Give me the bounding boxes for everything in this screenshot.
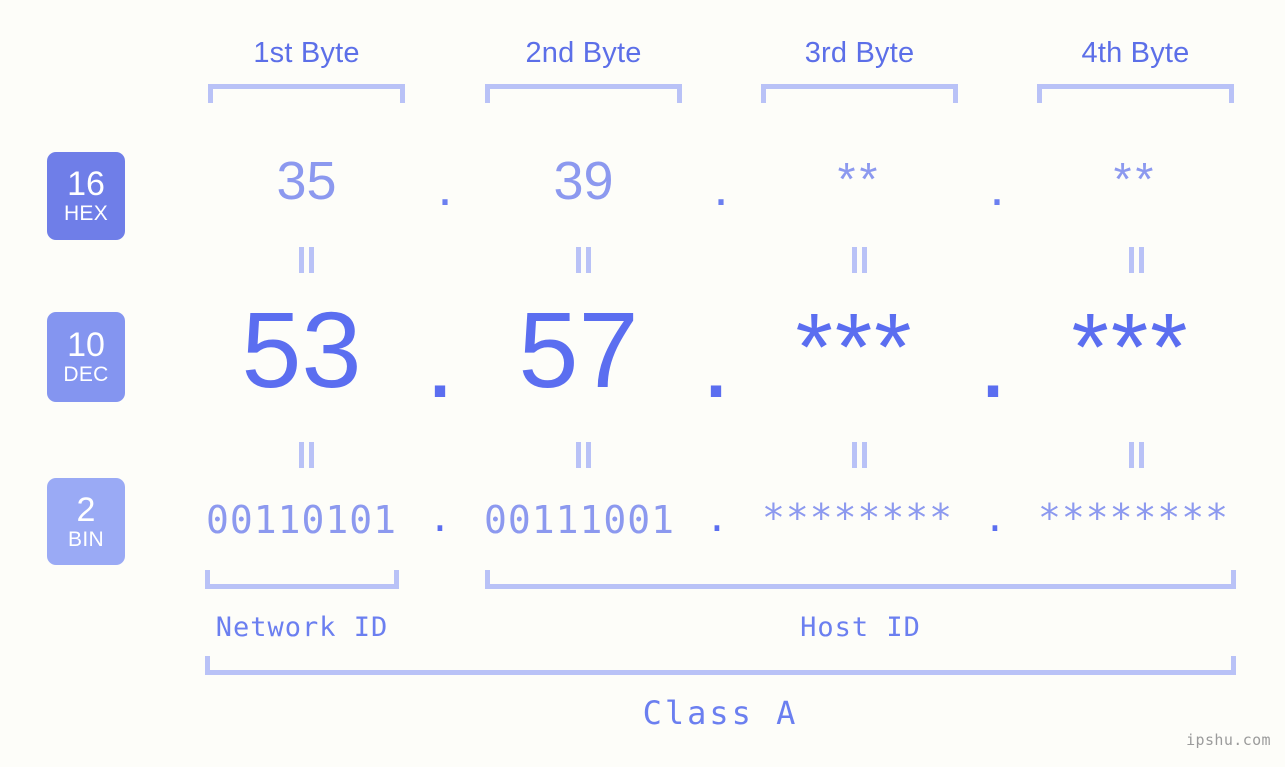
hex-byte-3: **	[837, 153, 882, 205]
hex-byte-1: 35	[276, 151, 337, 211]
dec-byte-4: ***	[1071, 294, 1190, 401]
watermark: ipshu.com	[1186, 731, 1271, 749]
byte-bracket-1	[208, 84, 405, 103]
byte-header-4-label: 4th Byte	[1081, 37, 1190, 69]
radix-badge-dec-number: 10	[67, 326, 105, 364]
byte-header-3-label: 3rd Byte	[804, 37, 915, 69]
class-bracket	[205, 656, 1236, 675]
ip-byte-diagram: 1st Byte 2nd Byte 3rd Byte 4th Byte 16 H…	[0, 0, 1285, 767]
host-id-label: Host ID	[800, 612, 921, 643]
equality-mark-hex-dec-3	[849, 247, 869, 273]
bin-byte-4: ********	[1037, 496, 1230, 540]
equality-mark-hex-dec-1	[296, 247, 316, 273]
bin-separator-3: .	[983, 496, 1007, 540]
hex-separator-1: .	[437, 157, 453, 217]
dec-separator-2: .	[700, 299, 731, 420]
bin-byte-3: ********	[761, 496, 954, 540]
equality-mark-dec-bin-2	[573, 442, 593, 468]
bin-separator-2: .	[705, 496, 729, 540]
hex-byte-4: **	[1113, 153, 1158, 205]
network-id-label: Network ID	[215, 612, 389, 643]
radix-badge-bin: 2 BIN	[47, 478, 125, 565]
radix-badge-bin-name: BIN	[68, 527, 104, 551]
hex-separator-2: .	[713, 157, 729, 217]
equality-mark-hex-dec-2	[573, 247, 593, 273]
bin-separator-1: .	[428, 496, 452, 540]
byte-header-3: 3rd Byte	[761, 32, 958, 74]
byte-bracket-4	[1037, 84, 1234, 103]
equality-mark-dec-bin-4	[1126, 442, 1146, 468]
dec-byte-1: 53	[241, 289, 362, 410]
bin-byte-2: 00111001	[483, 498, 676, 542]
equality-mark-dec-bin-1	[296, 442, 316, 468]
byte-header-4: 4th Byte	[1037, 32, 1234, 74]
byte-bracket-2	[485, 84, 682, 103]
byte-header-2-label: 2nd Byte	[525, 37, 642, 69]
dec-separator-3: .	[977, 299, 1008, 420]
bin-byte-1: 00110101	[205, 498, 398, 542]
dec-separator-1: .	[424, 299, 455, 420]
equality-mark-dec-bin-3	[849, 442, 869, 468]
byte-bracket-3	[761, 84, 958, 103]
dec-byte-3: ***	[795, 294, 914, 401]
radix-badge-dec-name: DEC	[63, 363, 109, 386]
radix-badge-hex: 16 HEX	[47, 152, 125, 240]
dec-byte-2: 57	[518, 289, 639, 410]
byte-header-1-label: 1st Byte	[253, 37, 360, 69]
hex-byte-2: 39	[553, 151, 614, 211]
byte-header-2: 2nd Byte	[485, 32, 682, 74]
radix-badge-hex-number: 16	[67, 165, 105, 203]
byte-header-1: 1st Byte	[208, 32, 405, 74]
hex-separator-3: .	[989, 157, 1005, 217]
network-id-bracket	[205, 570, 399, 589]
class-label: Class A	[642, 694, 799, 732]
host-id-bracket	[485, 570, 1236, 589]
radix-badge-bin-number: 2	[76, 490, 96, 529]
equality-mark-hex-dec-4	[1126, 247, 1146, 273]
radix-badge-dec: 10 DEC	[47, 312, 125, 402]
radix-badge-hex-name: HEX	[63, 202, 109, 225]
